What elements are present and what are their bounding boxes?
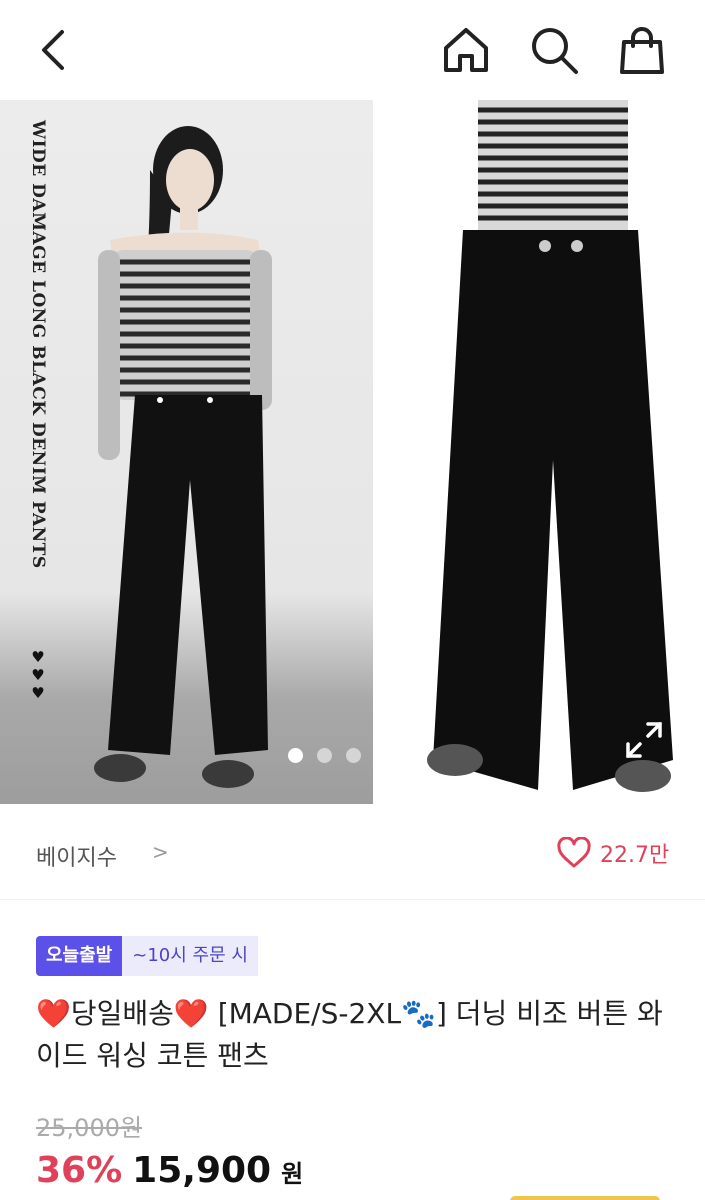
bottom-action-button[interactable] <box>510 1196 660 1200</box>
shopping-bag-button[interactable] <box>614 22 670 78</box>
model-figure <box>94 126 272 788</box>
product-title: ❤️당일배송❤️ [MADE/S-2XL🐾] 더닝 비조 버튼 와이드 워싱 코… <box>36 993 676 1077</box>
expand-icon <box>626 722 662 758</box>
pagination-dot[interactable] <box>317 748 332 763</box>
home-button[interactable] <box>438 22 494 78</box>
pants-back-figure <box>427 100 673 792</box>
red-heart-icon: ❤️ <box>36 997 71 1030</box>
pagination-dot-active[interactable] <box>288 748 303 763</box>
brand-name-link[interactable]: 베이지수 <box>36 840 117 872</box>
like-button[interactable]: 22.7만 <box>556 837 669 869</box>
search-button[interactable] <box>526 22 582 78</box>
expand-button[interactable] <box>624 720 664 760</box>
price-row: 36% 15,900 원 <box>36 1150 303 1191</box>
order-cutoff-badge: ~10시 주문 시 <box>122 936 258 976</box>
pagination-dot[interactable] <box>346 748 361 763</box>
back-button[interactable] <box>24 22 80 78</box>
gallery-pagination <box>288 748 361 763</box>
product-image-gallery[interactable]: WIDE DAMAGE LONG BLACK DENIM PANTS ♥♥♥ <box>0 100 705 804</box>
original-price: 25,000원 <box>36 1114 143 1142</box>
delivery-badges: 오늘출발 ~10시 주문 시 <box>36 936 258 976</box>
top-bar <box>0 0 705 100</box>
brand-row: 베이지수 > 22.7만 <box>0 804 705 900</box>
chevron-right-icon: > <box>152 840 169 864</box>
sale-price: 15,900 <box>132 1150 272 1191</box>
like-count: 22.7만 <box>600 843 670 868</box>
product-photo-back <box>373 100 705 804</box>
currency-unit: 원 <box>281 1160 304 1188</box>
chevron-left-icon <box>42 30 64 70</box>
today-ship-badge: 오늘출발 <box>36 936 123 976</box>
heart-outline-icon <box>557 837 591 868</box>
product-photo-model: WIDE DAMAGE LONG BLACK DENIM PANTS ♥♥♥ <box>0 100 373 804</box>
home-icon <box>444 28 488 72</box>
discount-rate: 36% <box>36 1150 123 1191</box>
red-heart-icon: ❤️ <box>173 997 209 1030</box>
title-same-day: 당일배송 <box>70 997 174 1030</box>
search-icon <box>532 28 578 74</box>
shopping-bag-icon <box>620 27 664 74</box>
